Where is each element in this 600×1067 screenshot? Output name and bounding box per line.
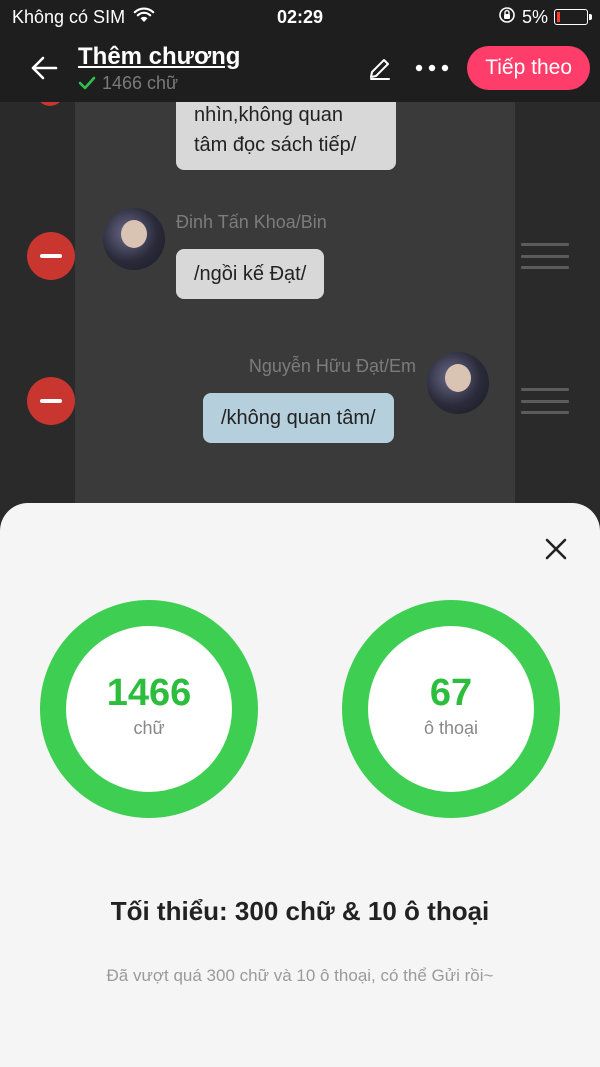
message-1-line-1: nhìn,không quan [194,104,344,126]
dialog-count-value: 67 [429,672,473,714]
status-left: Không có SIM [12,7,155,28]
stats-sheet: 1466 chữ 67 ô thoại Tối thiểu: 300 chữ &… [0,503,600,1067]
message-1-line-2: tâm đọc sách tiếp/ [194,134,357,156]
status-bar: Không có SIM 02:29 5% [0,0,600,34]
word-count: 1466 chữ [102,72,179,93]
message-2-text: /ngồi kế Đạt/ [194,263,307,285]
battery-label: 5% [521,6,548,27]
close-button[interactable] [542,535,570,563]
remove-message-3-button[interactable] [27,377,75,425]
page-title: Thêm chương [78,42,241,70]
word-count-row: 1466 chữ [78,73,240,94]
word-count-label: chữ [133,718,165,738]
orientation-lock-icon [498,6,516,29]
edit-icon [370,59,391,80]
more-icon [416,64,449,72]
header-actions: Tiếp theo [363,46,590,90]
status-right: 5% [498,6,592,29]
sender-name-3: Nguyễn Hữu Đạt/Em [248,356,416,376]
message-bubble-2[interactable]: /ngồi kế Đạt/ [176,249,325,299]
wifi-icon [133,7,155,28]
check-icon [78,76,96,90]
message-bubble-1[interactable]: nhìn,không quan tâm đọc sách tiếp/ [176,102,396,170]
requirement-hint: Đã vượt quá 300 chữ và 10 ô thoại, có th… [106,966,494,985]
next-button[interactable]: Tiếp theo [467,46,590,90]
word-count-ring: 1466 chữ [40,600,258,818]
remove-message-2-button[interactable] [27,232,75,280]
back-button[interactable] [24,48,64,88]
word-count-value: 1466 [106,672,192,714]
title-block: Thêm chương 1466 chữ [78,43,240,94]
drag-handle-2[interactable] [521,243,569,269]
header: Thêm chương 1466 chữ Tiếp theo [0,34,600,102]
back-arrow-icon [31,56,58,80]
dialog-count-label: ô thoại [423,718,479,738]
sender-name-2: Đinh Tấn Khoa/Bin [176,212,327,232]
drag-handle-3[interactable] [521,388,569,414]
avatar-nguyen-huu-dat [427,352,489,414]
message-bubble-3[interactable]: /không quan tâm/ [203,393,394,443]
chat-area[interactable]: nhìn,không quan tâm đọc sách tiếp/ Đinh … [0,102,600,522]
more-button[interactable] [415,51,449,85]
edit-button[interactable] [363,51,397,85]
battery-icon [554,9,592,25]
dialog-count-ring: 67 ô thoại [342,600,560,818]
avatar-dinh-tan-khoa [103,208,165,270]
minimum-requirement: Tối thiểu: 300 chữ & 10 ô thoại [110,896,490,926]
close-icon [545,538,567,560]
message-3-text: /không quan tâm/ [221,407,376,429]
remove-button-partial[interactable] [36,102,64,106]
carrier-label: Không có SIM [12,6,126,27]
